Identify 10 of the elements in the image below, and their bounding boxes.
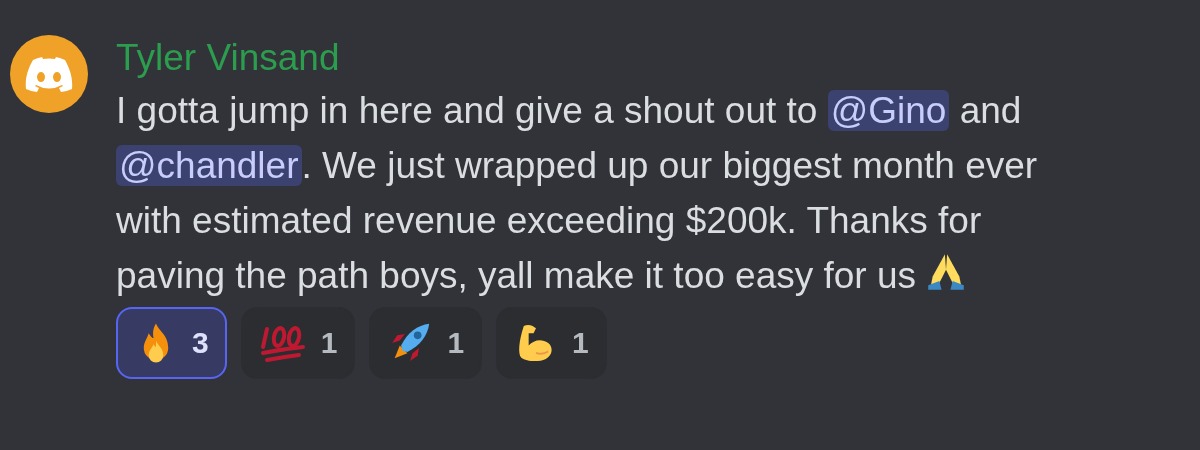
message-text: I gotta jump in here and give a shout out to @Gino and @chandler. We just wrapped up our biggest month ever with estimated revenue exceeding $200k. Thanks for paving the path boys, yall make it too easy for us (116, 89, 1038, 298)
reaction-button[interactable]: 1 (496, 307, 607, 379)
reaction-button[interactable]: 3 (116, 307, 227, 379)
author-name[interactable]: Tyler Vinsand (116, 35, 1038, 81)
reaction-button[interactable]: 1 (240, 307, 356, 379)
game-controller-icon (25, 56, 73, 92)
praying-hands-icon (926, 252, 967, 292)
user-mention[interactable]: @chandler (116, 145, 302, 186)
reaction-button[interactable]: 1 (369, 307, 483, 379)
user-mention[interactable]: @Gino (827, 90, 950, 131)
